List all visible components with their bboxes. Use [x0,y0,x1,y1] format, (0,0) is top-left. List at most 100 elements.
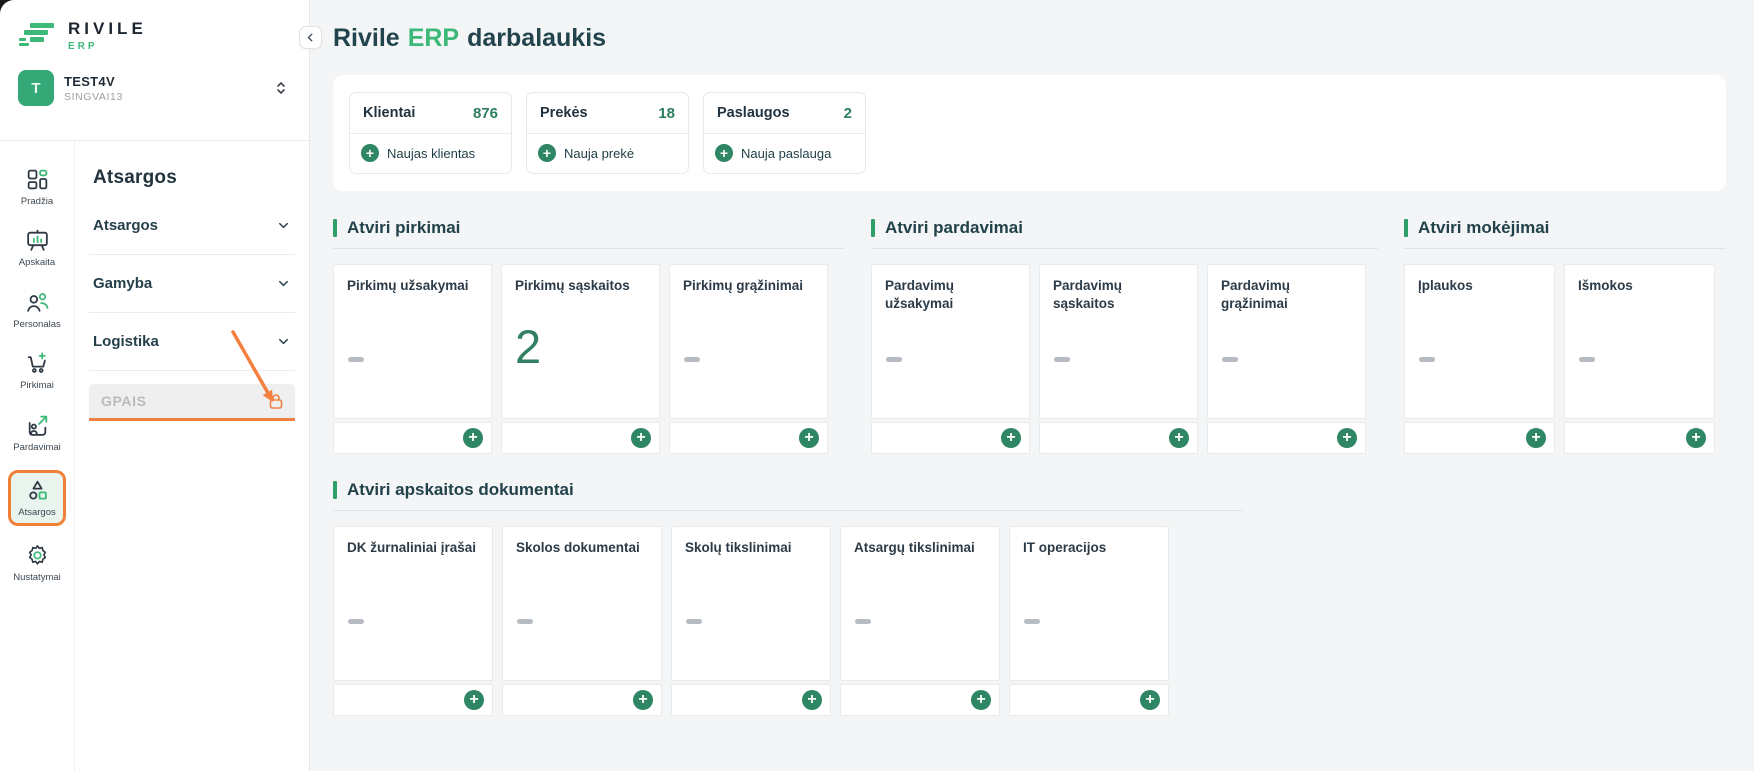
section-divider [333,510,1243,511]
avatar: T [18,70,54,106]
sidebar-body: Pradžia Apskaita [0,141,309,771]
sidebar-item-pirkimai[interactable]: Pirkimai [8,347,66,395]
user-name: TEST4V [64,74,123,89]
rail-item-label: Nustatymai [13,573,61,583]
page-title: Rivile ERP darbalaukis [333,24,1726,53]
add-button[interactable]: + [633,690,653,710]
card-body[interactable]: Pardavimų užsakymai [871,264,1030,419]
stat-card-paslaugos: Paslaugos 2 + Nauja paslauga [703,92,866,174]
add-button[interactable]: + [631,428,651,448]
page-title-suffix: darbalaukis [467,24,606,53]
add-button[interactable]: + [463,428,483,448]
add-button[interactable]: + [802,690,822,710]
account-switcher[interactable]: T TEST4V SINGVAI13 [18,70,293,106]
rail-item-label: Pradžia [21,197,53,207]
section-accent-bar [1404,219,1408,237]
rivile-logo[interactable]: RIVILE ERP [18,20,293,52]
add-button[interactable]: + [799,428,819,448]
submenu-item-label: GPAIS [101,393,147,409]
submenu-item-atsargos[interactable]: Atsargos [89,197,295,255]
card-body[interactable]: IT operacijos [1009,526,1169,681]
add-button[interactable]: + [1686,428,1706,448]
add-button[interactable]: + [1140,690,1160,710]
sidebar-item-pardavimai[interactable]: Pardavimai [8,409,66,457]
sidebar-item-nustatymai[interactable]: Nustatymai [8,539,66,587]
stat-card-header[interactable]: Prekės 18 [527,93,688,134]
card-body[interactable]: DK žurnaliniai įrašai [333,526,493,681]
card-body[interactable]: Pardavimų sąskaitos [1039,264,1198,419]
sidebar-item-apskaita[interactable]: Apskaita [8,224,66,272]
card-atsargu-tikslinimai: Atsargų tikslinimai + [840,526,1000,716]
sidebar-collapse-button[interactable] [299,26,322,49]
avatar-initial: T [31,80,40,97]
stat-action-label: Naujas klientas [387,146,475,161]
card-body[interactable]: Skolų tikslinimai [671,526,831,681]
card-footer: + [502,684,662,716]
new-client-button[interactable]: + Naujas klientas [350,134,511,172]
stat-card-klientai: Klientai 876 + Naujas klientas [349,92,512,174]
card-pirkimu-grazinimai: Pirkimų grąžinimai + [669,264,828,454]
card-body[interactable]: Pirkimų grąžinimai [669,264,828,419]
rail-item-label: Apskaita [19,258,55,268]
submenu-item-label: Atsargos [93,217,158,234]
submenu-item-gamyba[interactable]: Gamyba [89,255,295,313]
stat-label: Paslaugos [717,105,790,121]
user-meta: TEST4V SINGVAI13 [64,74,123,103]
chevron-down-icon [276,218,291,233]
add-button[interactable]: + [1526,428,1546,448]
add-button[interactable]: + [464,690,484,710]
sidebar-item-atsargos[interactable]: Atsargos [8,470,66,525]
stat-count: 18 [658,105,675,122]
add-button[interactable]: + [1169,428,1189,448]
section-atviri-pardavimai: Atviri pardavimai Pardavimų užsakymai + … [871,218,1378,454]
add-button[interactable]: + [971,690,991,710]
card-body[interactable]: Skolos dokumentai [502,526,662,681]
card-footer: + [1009,684,1169,716]
card-body[interactable]: Įplaukos [1404,264,1555,419]
empty-value-dash [348,357,364,362]
submenu-item-gpais-locked[interactable]: GPAIS [89,384,295,421]
empty-value-dash [886,357,902,362]
stat-label: Klientai [363,105,415,121]
card-body[interactable]: Pirkimų sąskaitos 2 [501,264,660,419]
card-count-value: 2 [515,319,541,374]
sidebar-item-pradzia[interactable]: Pradžia [8,163,66,211]
section-atviri-mokejimai: Atviri mokėjimai Įplaukos + Išmokos [1404,218,1726,454]
card-body[interactable]: Atsargų tikslinimai [840,526,1000,681]
card-title: DK žurnaliniai įrašai [347,539,479,557]
rail-item-label: Personalas [13,320,61,330]
stat-card-header[interactable]: Paslaugos 2 [704,93,865,134]
card-title: Skolų tikslinimai [685,539,817,557]
cart-plus-icon [25,351,50,376]
submenu-item-logistika[interactable]: Logistika [89,313,295,371]
add-button[interactable]: + [1337,428,1357,448]
empty-value-dash [1054,357,1070,362]
chevron-down-icon [276,334,291,349]
stat-count: 2 [844,105,852,122]
card-body[interactable]: Išmokos [1564,264,1715,419]
page-title-accent: ERP [408,24,459,53]
chevron-updown-icon[interactable] [273,80,289,96]
new-product-button[interactable]: + Nauja prekė [527,134,688,172]
section-accent-bar [333,219,337,237]
stat-card-header[interactable]: Klientai 876 [350,93,511,134]
card-body[interactable]: Pirkimų užsakymai [333,264,492,419]
stat-card-prekes: Prekės 18 + Nauja prekė [526,92,689,174]
card-title: Pardavimų sąskaitos [1053,277,1184,313]
section-header: Atviri pardavimai [871,218,1378,238]
lock-icon [267,392,285,410]
gear-icon [25,543,50,568]
section-atviri-apskaitos-dokumentai: Atviri apskaitos dokumentai DK žurnalini… [333,480,1243,716]
section-atviri-pirkimai: Atviri pirkimai Pirkimų užsakymai + Pirk… [333,218,845,454]
add-button[interactable]: + [1001,428,1021,448]
card-pirkimu-uzsakymai: Pirkimų užsakymai + [333,264,492,454]
card-ismokos: Išmokos + [1564,264,1715,454]
card-body[interactable]: Pardavimų grąžinimai [1207,264,1366,419]
empty-value-dash [1419,357,1435,362]
empty-value-dash [1579,357,1595,362]
sidebar-item-personalas[interactable]: Personalas [8,286,66,334]
stat-count: 876 [473,105,498,122]
card-footer: + [501,422,660,454]
card-pardavimu-saskaitos: Pardavimų sąskaitos + [1039,264,1198,454]
new-service-button[interactable]: + Nauja paslauga [704,134,865,172]
